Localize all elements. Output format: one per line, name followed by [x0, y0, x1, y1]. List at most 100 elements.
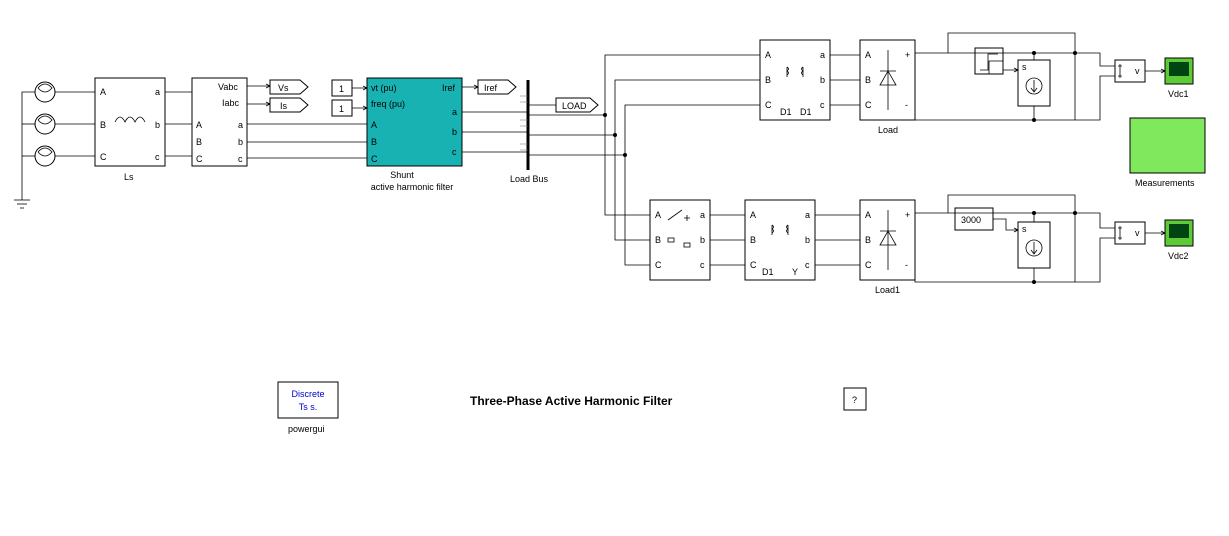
xfmr1-D1b: D1 [800, 107, 812, 117]
ls-block[interactable]: A B C a b c Ls [95, 78, 165, 182]
shunt-label2: active harmonic filter [371, 182, 454, 192]
meas-a: a [238, 120, 243, 130]
svg-text:s: s [1022, 62, 1027, 72]
measurements-label: Measurements [1135, 178, 1195, 188]
brk-A: A [655, 210, 661, 220]
ls-port-C: C [100, 152, 107, 162]
shunt-vt: vt (pu) [371, 83, 397, 93]
measurement-block[interactable]: A B C Vabc Iabc a b c [192, 78, 247, 166]
brk-C: C [655, 260, 662, 270]
help-label: ? [852, 395, 857, 405]
goto-iref[interactable]: Iref [478, 80, 516, 94]
shunt-A: A [371, 120, 377, 130]
help-block[interactable]: ? [844, 388, 866, 410]
xfmr2-b: b [805, 235, 810, 245]
rect1-A: A [865, 50, 871, 60]
xfmr1-c: c [820, 100, 825, 110]
shunt-freq: freq (pu) [371, 99, 405, 109]
vmeter-bottom[interactable]: v [1115, 222, 1145, 244]
vm-bot-v: v [1135, 228, 1140, 238]
shunt-C: C [371, 154, 378, 164]
shunt-label1: Shunt [390, 170, 414, 180]
ls-label: Ls [124, 172, 134, 182]
brk-b: b [700, 235, 705, 245]
scope-vdc2[interactable]: Vdc2 [1165, 220, 1193, 261]
rect2-B: B [865, 235, 871, 245]
pg-label: powergui [288, 424, 325, 434]
ccs-top[interactable]: s [1018, 60, 1050, 106]
constant-1b[interactable]: 1 [332, 100, 352, 116]
xfmr2-A: A [750, 210, 756, 220]
xfmr2-c: c [805, 260, 810, 270]
meas-B: B [196, 137, 202, 147]
goto-vs-label: Vs [278, 83, 289, 93]
measurements-subsystem[interactable]: Measurements [1130, 118, 1205, 188]
const-1b-label: 1 [339, 104, 344, 114]
brk-a: a [700, 210, 705, 220]
xfmr1-b: b [820, 75, 825, 85]
scope-vdc1[interactable]: Vdc1 [1165, 58, 1193, 99]
brk-B: B [655, 235, 661, 245]
xfmr2-B: B [750, 235, 756, 245]
vm-top-v: v [1135, 66, 1140, 76]
diagram-title: Three-Phase Active Harmonic Filter [470, 394, 673, 408]
pg-line2: Ts s. [299, 402, 318, 412]
brk-c: c [700, 260, 705, 270]
rectifier-1[interactable]: A B C + - Load [860, 40, 915, 135]
rectifier-2[interactable]: A B C + - Load1 [860, 200, 915, 295]
shunt-Iref: Iref [442, 83, 456, 93]
ccs-bottom[interactable]: s [1018, 222, 1050, 268]
three-phase-source[interactable] [14, 82, 95, 208]
rect1-C: C [865, 100, 872, 110]
goto-vs[interactable]: Vs [270, 80, 308, 94]
xfmr1-D1a: D1 [780, 107, 792, 117]
ls-port-A: A [100, 87, 106, 97]
rect2-label: Load1 [875, 285, 900, 295]
rect2-plus: + [905, 210, 910, 220]
rect1-minus: - [905, 100, 908, 110]
goto-load[interactable]: LOAD [556, 98, 598, 112]
breaker-block[interactable]: A B C a b c [650, 200, 710, 280]
rect2-minus: - [905, 260, 908, 270]
rect2-C: C [865, 260, 872, 270]
const-3000-label: 3000 [961, 215, 981, 225]
goto-is-label: Is [280, 101, 288, 111]
vmeter-top[interactable]: v [1115, 60, 1145, 82]
constant-3000[interactable]: 3000 [955, 208, 993, 230]
xfmr2-a: a [805, 210, 810, 220]
xfmr1-C: C [765, 100, 772, 110]
scope-vdc1-label: Vdc1 [1168, 89, 1189, 99]
constant-1a[interactable]: 1 [332, 80, 352, 96]
goto-iref-label: Iref [484, 83, 498, 93]
meas-C: C [196, 154, 203, 164]
meas-c: c [238, 154, 243, 164]
ls-port-b: b [155, 120, 160, 130]
ls-port-a: a [155, 87, 160, 97]
loadbus-label: Load Bus [510, 174, 549, 184]
goto-is[interactable]: Is [270, 98, 308, 112]
meas-Iabc: Iabc [222, 98, 240, 108]
shunt-a: a [452, 107, 457, 117]
meas-b: b [238, 137, 243, 147]
shunt-B: B [371, 137, 377, 147]
xfmr1-A: A [765, 50, 771, 60]
ls-port-c: c [155, 152, 160, 162]
xfmr2-D1: D1 [762, 267, 774, 277]
meas-Vabc: Vabc [218, 82, 238, 92]
pg-line1: Discrete [291, 389, 324, 399]
goto-load-label: LOAD [562, 101, 587, 111]
rect1-label: Load [878, 125, 898, 135]
xfmr2-Y: Y [792, 267, 798, 277]
ls-port-B: B [100, 120, 106, 130]
rect1-B: B [865, 75, 871, 85]
meas-A: A [196, 120, 202, 130]
xfmr2-C: C [750, 260, 757, 270]
shunt-filter-block[interactable]: vt (pu) freq (pu) A B C Iref a b c Shunt… [367, 78, 462, 192]
transformer-2[interactable]: A B C a b c D1 Y [745, 200, 815, 280]
const-1a-label: 1 [339, 84, 344, 94]
rect2-A: A [865, 210, 871, 220]
powergui-block[interactable]: Discrete Ts s. powergui [278, 382, 338, 434]
svg-text:s: s [1022, 224, 1027, 234]
scope-vdc2-label: Vdc2 [1168, 251, 1189, 261]
transformer-1[interactable]: A B C a b c D1 D1 [760, 40, 830, 120]
